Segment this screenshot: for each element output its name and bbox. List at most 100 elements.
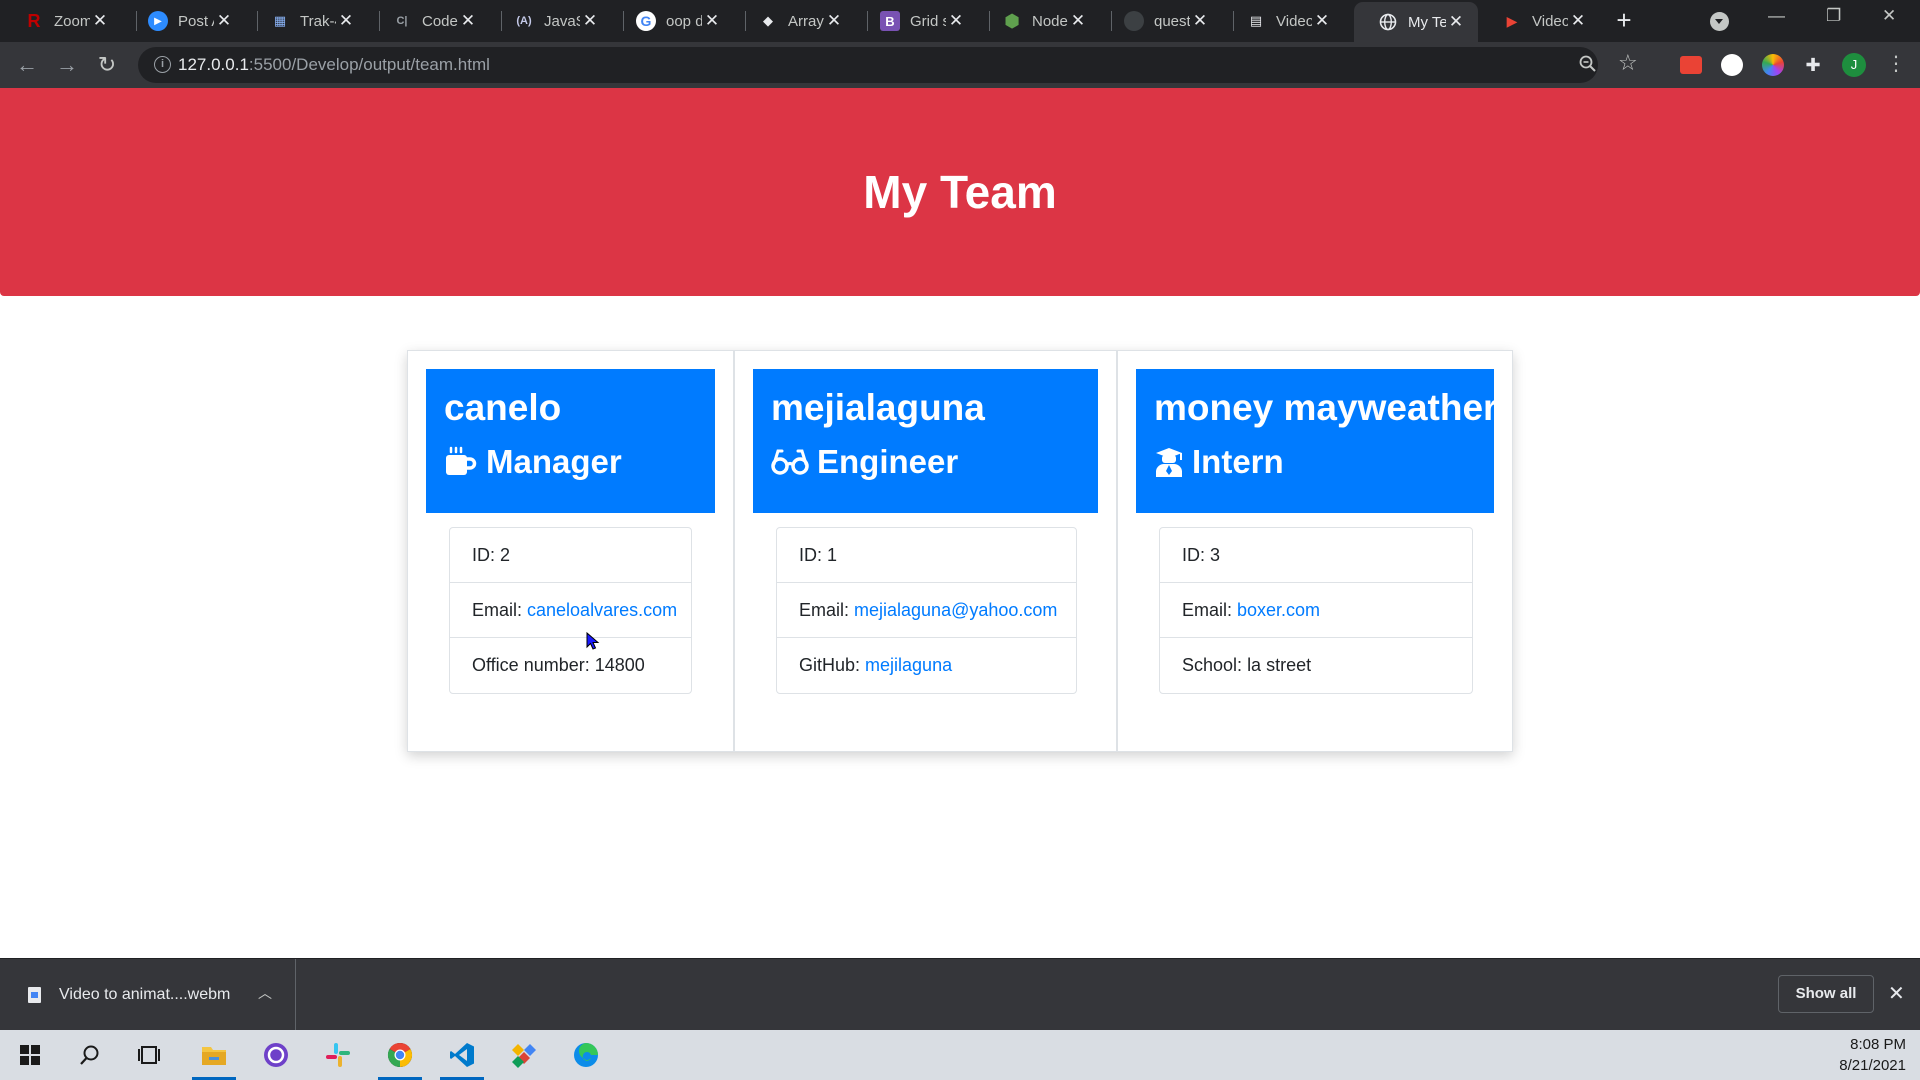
card-header: canelo Manager — [426, 369, 715, 513]
close-icon[interactable]: ✕ — [702, 11, 722, 31]
reload-icon[interactable]: ↻ — [92, 50, 122, 80]
employee-name: mejialaguna — [771, 387, 985, 428]
tab-video-converter[interactable]: ▤ Video ✕ — [1222, 0, 1344, 42]
id-label: ID: — [1182, 544, 1206, 565]
mouse-cursor-icon — [586, 632, 600, 650]
email-label: Email: — [1182, 599, 1233, 620]
list-item-github: GitHub: mejilaguna — [777, 638, 1076, 693]
video-icon: ▶ — [1506, 12, 1518, 29]
app-diamond-icon[interactable] — [496, 1030, 552, 1080]
close-icon[interactable]: ✕ — [580, 11, 600, 31]
id-label: ID: — [799, 544, 823, 565]
employee-card: canelo Manager ID: 2 Email: caneloalvares… — [407, 350, 734, 752]
back-icon[interactable]: ← — [12, 50, 42, 80]
office-label: Office number: — [472, 655, 590, 675]
windows-start-icon[interactable] — [2, 1030, 58, 1080]
school-value: la street — [1247, 655, 1312, 675]
extension-icon[interactable] — [1721, 54, 1743, 76]
file-explorer-icon[interactable] — [186, 1030, 242, 1080]
show-all-button[interactable]: Show all — [1778, 975, 1874, 1013]
close-icon[interactable]: ✕ — [1888, 981, 1905, 1006]
tab-label: Node. — [1032, 12, 1068, 30]
tab-codecademy[interactable]: C| Codec ✕ — [368, 0, 490, 42]
email-link[interactable]: mejialaguna@yahoo.com — [854, 600, 1057, 621]
tab-post[interactable]: ▶ Post A ✕ — [124, 0, 246, 42]
globe-icon — [1378, 12, 1398, 32]
tab-github[interactable]: questi ✕ — [1100, 0, 1222, 42]
download-item[interactable]: Video to animat....webm ︿ — [0, 959, 296, 1031]
tab-javascript[interactable]: (A) JavaSc ✕ — [490, 0, 612, 42]
slack-icon[interactable] — [310, 1030, 366, 1080]
new-tab-button[interactable]: + — [1610, 7, 1638, 35]
search-icon[interactable] — [62, 1030, 118, 1080]
list-item-id: ID: 1 — [777, 528, 1076, 583]
tab-google[interactable]: G oop d ✕ — [612, 0, 734, 42]
tab-label: My Te — [1408, 13, 1446, 31]
github-label: GitHub: — [799, 655, 861, 675]
download-filename: Video to animat....webm — [59, 986, 231, 1003]
tab-node[interactable]: ⬢ Node. ✕ — [978, 0, 1100, 42]
id-value: 2 — [500, 544, 511, 565]
close-icon[interactable]: ✕ — [90, 11, 110, 31]
file-icon — [28, 987, 41, 1003]
chevron-up-icon[interactable]: ︿ — [258, 983, 272, 1003]
puzzle-icon[interactable]: ✚ — [1802, 54, 1824, 76]
tab-trak[interactable]: ▦ Trak-4 ✕ — [246, 0, 368, 42]
chrome-icon[interactable] — [372, 1030, 428, 1080]
tab-grid[interactable]: B Grid s ✕ — [856, 0, 978, 42]
list-item-email: Email: caneloalvares.com — [450, 583, 691, 638]
video-extension-icon[interactable] — [1680, 56, 1702, 74]
role-label: Engineer — [817, 443, 959, 480]
close-icon[interactable]: ✕ — [336, 11, 356, 31]
close-icon[interactable]: ✕ — [946, 11, 966, 31]
tab-video[interactable]: ▶ Video ✕ — [1478, 0, 1600, 42]
employee-card: mejialaguna Engineer ID: 1 Email: mejiala… — [734, 350, 1117, 752]
window-close-icon[interactable]: ✕ — [1882, 6, 1896, 26]
email-link[interactable]: caneloalvares.com — [527, 600, 677, 621]
close-icon[interactable]: ✕ — [824, 11, 844, 31]
team-cards: canelo Manager ID: 2 Email: caneloalvares… — [407, 350, 1513, 752]
forward-icon[interactable]: → — [52, 50, 82, 80]
github-link[interactable]: mejilaguna — [865, 655, 952, 676]
bookmark-star-icon[interactable]: ☆ — [1618, 50, 1638, 76]
close-icon[interactable]: ✕ — [214, 11, 234, 31]
close-icon[interactable]: ✕ — [1190, 11, 1210, 31]
tab-search-icon[interactable] — [1710, 12, 1729, 31]
vscode-icon[interactable] — [434, 1030, 490, 1080]
tab-my-team[interactable]: My Te ✕ — [1354, 2, 1478, 42]
close-icon[interactable]: ✕ — [1068, 11, 1088, 31]
list-item-id: ID: 3 — [1160, 528, 1472, 583]
address-bar[interactable]: i 127.0.0.1:5500/Develop/output/team.htm… — [138, 47, 1638, 83]
list-item-id: ID: 2 — [450, 528, 691, 583]
tab-label: Array.p — [788, 12, 824, 30]
email-label: Email: — [472, 599, 523, 620]
tab-array[interactable]: ◆ Array.p ✕ — [734, 0, 856, 42]
url-text[interactable]: 127.0.0.1:5500/Develop/output/team.html — [178, 55, 490, 75]
color-picker-extension-icon[interactable] — [1762, 54, 1784, 76]
github-icon — [1124, 11, 1144, 31]
close-icon[interactable]: ✕ — [1312, 11, 1332, 31]
minimize-icon[interactable]: — — [1768, 6, 1785, 26]
edge-icon[interactable] — [558, 1030, 614, 1080]
zoom-icon[interactable] — [1578, 54, 1598, 79]
clock-date: 8/21/2021 — [1839, 1057, 1906, 1074]
github-desktop-icon[interactable] — [248, 1030, 304, 1080]
tab-label: Grid s — [910, 12, 946, 30]
profile-avatar[interactable]: J — [1842, 53, 1866, 77]
task-view-icon[interactable] — [122, 1030, 178, 1080]
close-icon[interactable]: ✕ — [1568, 11, 1588, 31]
graduate-icon — [1156, 448, 1182, 477]
tab-zoom[interactable]: R Zoom ✕ — [0, 0, 122, 42]
info-list: ID: 2 Email: caneloalvares.com Office num… — [449, 527, 692, 694]
school-label: School: — [1182, 655, 1243, 675]
menu-icon[interactable]: ⋮ — [1886, 51, 1906, 76]
tab-label: oop d — [666, 12, 702, 30]
system-clock[interactable]: 8:08 PM 8/21/2021 — [1839, 1034, 1906, 1076]
info-list: ID: 1 Email: mejialaguna@yahoo.com GitHub… — [776, 527, 1077, 694]
close-icon[interactable]: ✕ — [1446, 12, 1466, 32]
close-icon[interactable]: ✕ — [458, 11, 478, 31]
site-info-icon[interactable]: i — [154, 56, 171, 73]
tab-label: Zoom — [54, 12, 90, 30]
restore-icon[interactable]: ❐ — [1826, 6, 1841, 26]
email-link[interactable]: boxer.com — [1237, 600, 1320, 621]
